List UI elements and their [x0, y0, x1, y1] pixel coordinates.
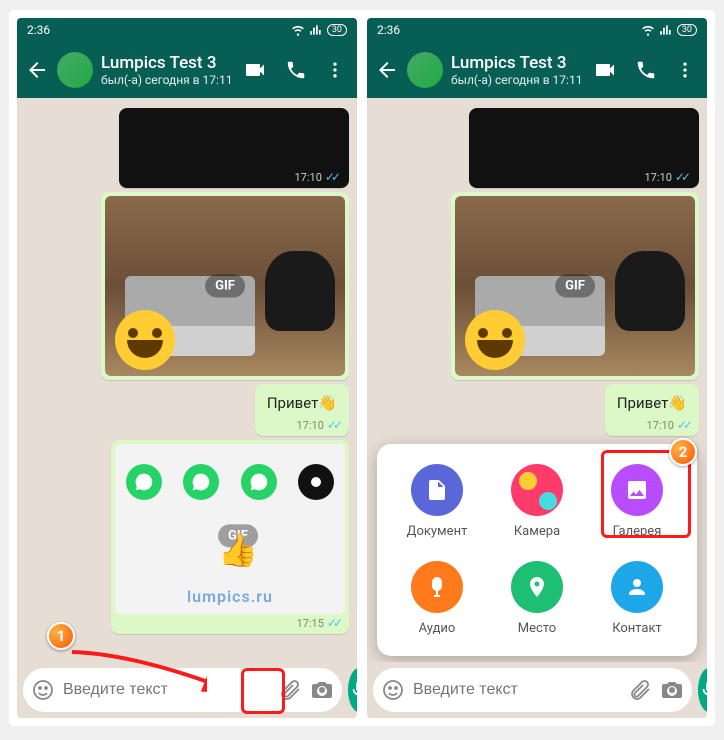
battery-icon: 30 — [677, 24, 697, 36]
input-box — [23, 668, 342, 712]
attach-document[interactable]: Документ — [387, 464, 487, 539]
input-box — [373, 668, 692, 712]
emoji-icon[interactable] — [381, 678, 405, 702]
input-bar — [367, 662, 707, 718]
attach-label: Галерея — [613, 524, 662, 539]
message-dark-image[interactable]: 17:10✓✓ — [119, 108, 349, 188]
status-time: 2:36 — [27, 23, 50, 37]
message-gif[interactable]: GIF — [101, 192, 349, 380]
mic-button[interactable] — [698, 668, 707, 712]
attach-gallery[interactable]: Галерея — [587, 464, 687, 539]
contact-status: был(-а) сегодня в 17:11 — [451, 73, 585, 87]
contact-name: Lumpics Test 3 — [101, 53, 235, 73]
annotation-number-1: 1 — [47, 622, 75, 650]
status-icons: 30 — [291, 23, 347, 37]
call-icon[interactable] — [285, 59, 307, 81]
phone-screen-right: 2:36 30 Lumpics Test 3 был(-а) сегодня в… — [367, 18, 707, 718]
menu-icon[interactable] — [325, 60, 345, 80]
message-dark-image[interactable]: 17:10✓✓ — [469, 108, 699, 188]
phone-screen-left: 2:36 30 Lumpics Test 3 был(-а) сегодня в… — [17, 18, 357, 718]
attach-contact[interactable]: Контакт — [587, 561, 687, 636]
status-bar: 2:36 30 — [367, 18, 707, 42]
video-call-icon[interactable] — [243, 58, 267, 82]
read-checks-icon: ✓✓ — [677, 418, 689, 432]
avatar[interactable] — [407, 52, 443, 88]
wifi-icon — [291, 23, 305, 37]
wifi-icon — [641, 23, 655, 37]
gif-badge: GIF — [205, 275, 245, 298]
battery-icon: 30 — [327, 24, 347, 36]
status-time: 2:36 — [377, 23, 400, 37]
signal-icon — [309, 23, 323, 37]
wave-emoji-icon: 👋 — [318, 394, 337, 412]
input-bar — [17, 662, 357, 718]
avatar[interactable] — [57, 52, 93, 88]
message-input[interactable] — [63, 681, 270, 699]
message-input[interactable] — [413, 681, 620, 699]
wave-emoji-icon: 👋 — [668, 394, 687, 412]
attach-label: Контакт — [612, 621, 662, 636]
signal-icon — [659, 23, 673, 37]
attach-location[interactable]: Место — [487, 561, 587, 636]
attach-audio[interactable]: Аудио — [387, 561, 487, 636]
header-text[interactable]: Lumpics Test 3 был(-а) сегодня в 17:11 — [451, 53, 585, 87]
call-icon[interactable] — [635, 59, 657, 81]
watermark: lumpics.ru — [187, 587, 273, 606]
status-bar: 2:36 30 — [17, 18, 357, 42]
message-text[interactable]: Привет👋 17:10✓✓ — [255, 384, 349, 436]
camera-icon[interactable] — [660, 678, 684, 702]
status-icons: 30 — [641, 23, 697, 37]
back-icon[interactable] — [375, 58, 399, 82]
emoji-icon[interactable] — [31, 678, 55, 702]
read-checks-icon: ✓✓ — [325, 170, 337, 184]
annotation-number-2: 2 — [669, 438, 697, 466]
read-checks-icon: ✓✓ — [327, 418, 339, 432]
attach-icon[interactable] — [628, 678, 652, 702]
header-text[interactable]: Lumpics Test 3 был(-а) сегодня в 17:11 — [101, 53, 235, 87]
attach-label: Документ — [407, 524, 468, 539]
chat-header: Lumpics Test 3 был(-а) сегодня в 17:11 — [367, 42, 707, 98]
video-call-icon[interactable] — [593, 58, 617, 82]
read-checks-icon: ✓✓ — [675, 170, 687, 184]
attach-label: Камера — [514, 524, 560, 539]
mic-button[interactable] — [348, 668, 357, 712]
back-icon[interactable] — [25, 58, 49, 82]
contact-status: был(-а) сегодня в 17:11 — [101, 73, 235, 87]
menu-icon[interactable] — [675, 60, 695, 80]
gif-badge: GIF — [555, 275, 595, 298]
attach-camera[interactable]: Камера — [487, 464, 587, 539]
message-text[interactable]: Привет👋 17:10✓✓ — [605, 384, 699, 436]
messages-area[interactable]: 17:10✓✓ GIF Привет👋 — [17, 98, 357, 662]
camera-icon[interactable] — [310, 678, 334, 702]
smile-emoji-icon — [465, 310, 525, 370]
attach-icon[interactable] — [278, 678, 302, 702]
attach-label: Аудио — [419, 621, 456, 636]
attach-label: Место — [518, 621, 556, 636]
contact-name: Lumpics Test 3 — [451, 53, 585, 73]
thumbsup-emoji-icon: 👍 — [218, 531, 258, 569]
message-gif2[interactable]: GIF 👍 lumpics.ru 17:15✓✓ — [111, 440, 349, 634]
chat-header: Lumpics Test 3 был(-а) сегодня в 17:11 — [17, 42, 357, 98]
read-checks-icon: ✓✓ — [327, 616, 339, 630]
smile-emoji-icon — [115, 310, 175, 370]
message-gif[interactable]: GIF — [451, 192, 699, 380]
attachment-sheet: Документ Камера Галерея Аудио Место Конт… — [377, 444, 697, 656]
